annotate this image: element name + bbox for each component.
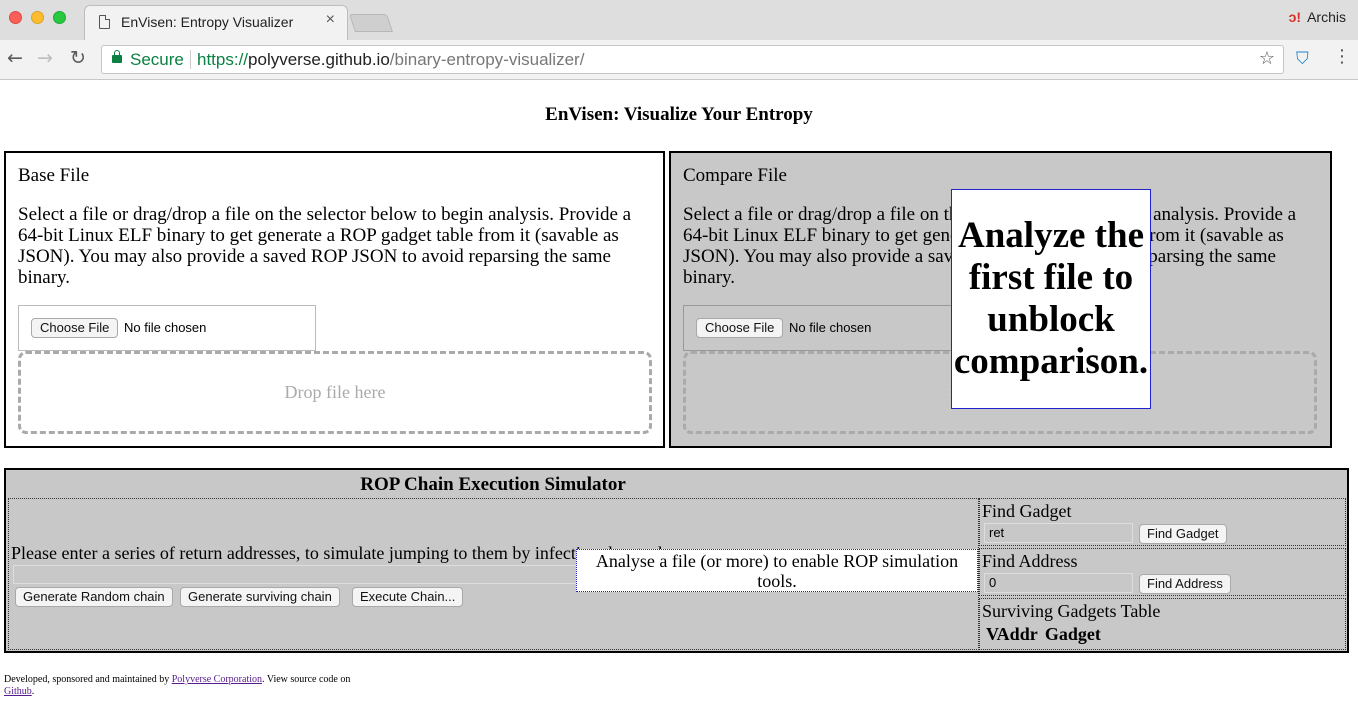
tab-title: EnVisen: Entropy Visualizer: [121, 14, 294, 30]
compare-file-status: No file chosen: [789, 320, 872, 335]
base-drop-zone[interactable]: Drop file here: [18, 351, 652, 434]
generate-surviving-chain-button[interactable]: Generate surviving chain: [180, 587, 340, 607]
browser-tab[interactable]: EnVisen: Entropy Visualizer ×: [84, 5, 348, 41]
star-icon[interactable]: ☆: [1259, 48, 1275, 69]
back-arrow-icon[interactable]: ←: [7, 47, 23, 69]
url-path: /binary-entropy-visualizer/: [389, 50, 585, 69]
find-gadget-button[interactable]: Find Gadget: [1139, 524, 1227, 544]
table-column-vaddr: VAddr: [986, 624, 1038, 644]
zoom-window-button[interactable]: [53, 11, 66, 24]
base-file-description: Select a file or drag/drop a file on the…: [18, 204, 632, 288]
shield-extension-icon[interactable]: ⛉: [1296, 49, 1314, 69]
url-text: https://polyverse.github.io/binary-entro…: [197, 50, 584, 70]
base-file-input[interactable]: Choose File No file chosen: [18, 305, 316, 351]
surviving-gadgets-label: Surviving Gadgets Table: [982, 601, 1161, 621]
execute-chain-button[interactable]: Execute Chain...: [352, 587, 464, 607]
find-address-button[interactable]: Find Address: [1139, 574, 1231, 594]
find-address-label: Find Address: [982, 551, 1078, 571]
rop-instructions: Please enter a series of return addresse…: [11, 543, 672, 563]
footer-text-middle: . View source code on: [262, 674, 351, 685]
find-address-section: Find Address 0 Find Address: [979, 548, 1346, 596]
url-scheme: https://: [197, 50, 249, 69]
find-gadget-section: Find Gadget ret Find Gadget: [979, 498, 1346, 546]
compare-choose-file-button[interactable]: Choose File: [696, 318, 784, 338]
tab-close-icon[interactable]: ×: [326, 11, 335, 29]
compare-file-input[interactable]: Choose File No file chosen: [683, 305, 981, 351]
minimize-window-button[interactable]: [31, 11, 44, 24]
secure-label: Secure: [130, 50, 184, 69]
profile-icon: ↄ!: [1288, 9, 1302, 25]
footer-text-end: .: [31, 686, 35, 697]
github-link[interactable]: Github: [4, 686, 32, 697]
browser-toolbar: ← → ↻ Secure https://polyverse.github.io…: [0, 40, 1358, 80]
url-divider: [190, 50, 191, 69]
find-gadget-input[interactable]: ret: [984, 523, 1133, 543]
url-host: polyverse.github.io: [248, 50, 390, 69]
surviving-gadgets-table-header: VAddr Gadget: [986, 624, 1101, 645]
new-tab-button[interactable]: [349, 14, 393, 32]
generate-random-chain-button[interactable]: Generate Random chain: [15, 587, 173, 607]
document-icon: [99, 15, 110, 29]
polyverse-link[interactable]: Polyverse Corporation: [172, 674, 262, 685]
menu-dots-icon[interactable]: ⋮: [1333, 46, 1351, 67]
base-file-status: No file chosen: [124, 320, 207, 335]
profile-name: Archis: [1307, 9, 1346, 25]
browser-tab-bar: EnVisen: Entropy Visualizer × ↄ! Archis: [0, 0, 1358, 41]
base-file-heading: Base File: [18, 165, 90, 186]
base-file-panel: Base File Select a file or drag/drop a f…: [4, 151, 665, 448]
compare-blocked-overlay: Analyze the first file to unblock compar…: [951, 189, 1151, 409]
footer-text: Developed, sponsored and maintained by: [4, 674, 172, 685]
find-address-input[interactable]: 0: [984, 573, 1133, 593]
rop-disabled-overlay: Analyse a file (or more) to enable ROP s…: [576, 549, 978, 592]
lock-icon: [112, 50, 122, 63]
address-bar[interactable]: Secure https://polyverse.github.io/binar…: [101, 45, 1284, 74]
reload-icon[interactable]: ↻: [70, 47, 86, 69]
profile-button[interactable]: ↄ! Archis: [1289, 9, 1346, 25]
surviving-gadgets-section: Surviving Gadgets Table VAddr Gadget: [979, 598, 1346, 650]
compare-file-heading: Compare File: [683, 165, 787, 186]
base-choose-file-button[interactable]: Choose File: [31, 318, 119, 338]
close-window-button[interactable]: [9, 11, 22, 24]
footer: Developed, sponsored and maintained by P…: [4, 674, 350, 698]
forward-arrow-icon[interactable]: →: [37, 47, 53, 69]
table-column-gadget: Gadget: [1044, 624, 1101, 644]
page-title: EnVisen: Visualize Your Entropy: [545, 104, 813, 125]
rop-title: ROP Chain Execution Simulator: [360, 474, 626, 495]
find-gadget-label: Find Gadget: [982, 501, 1072, 521]
